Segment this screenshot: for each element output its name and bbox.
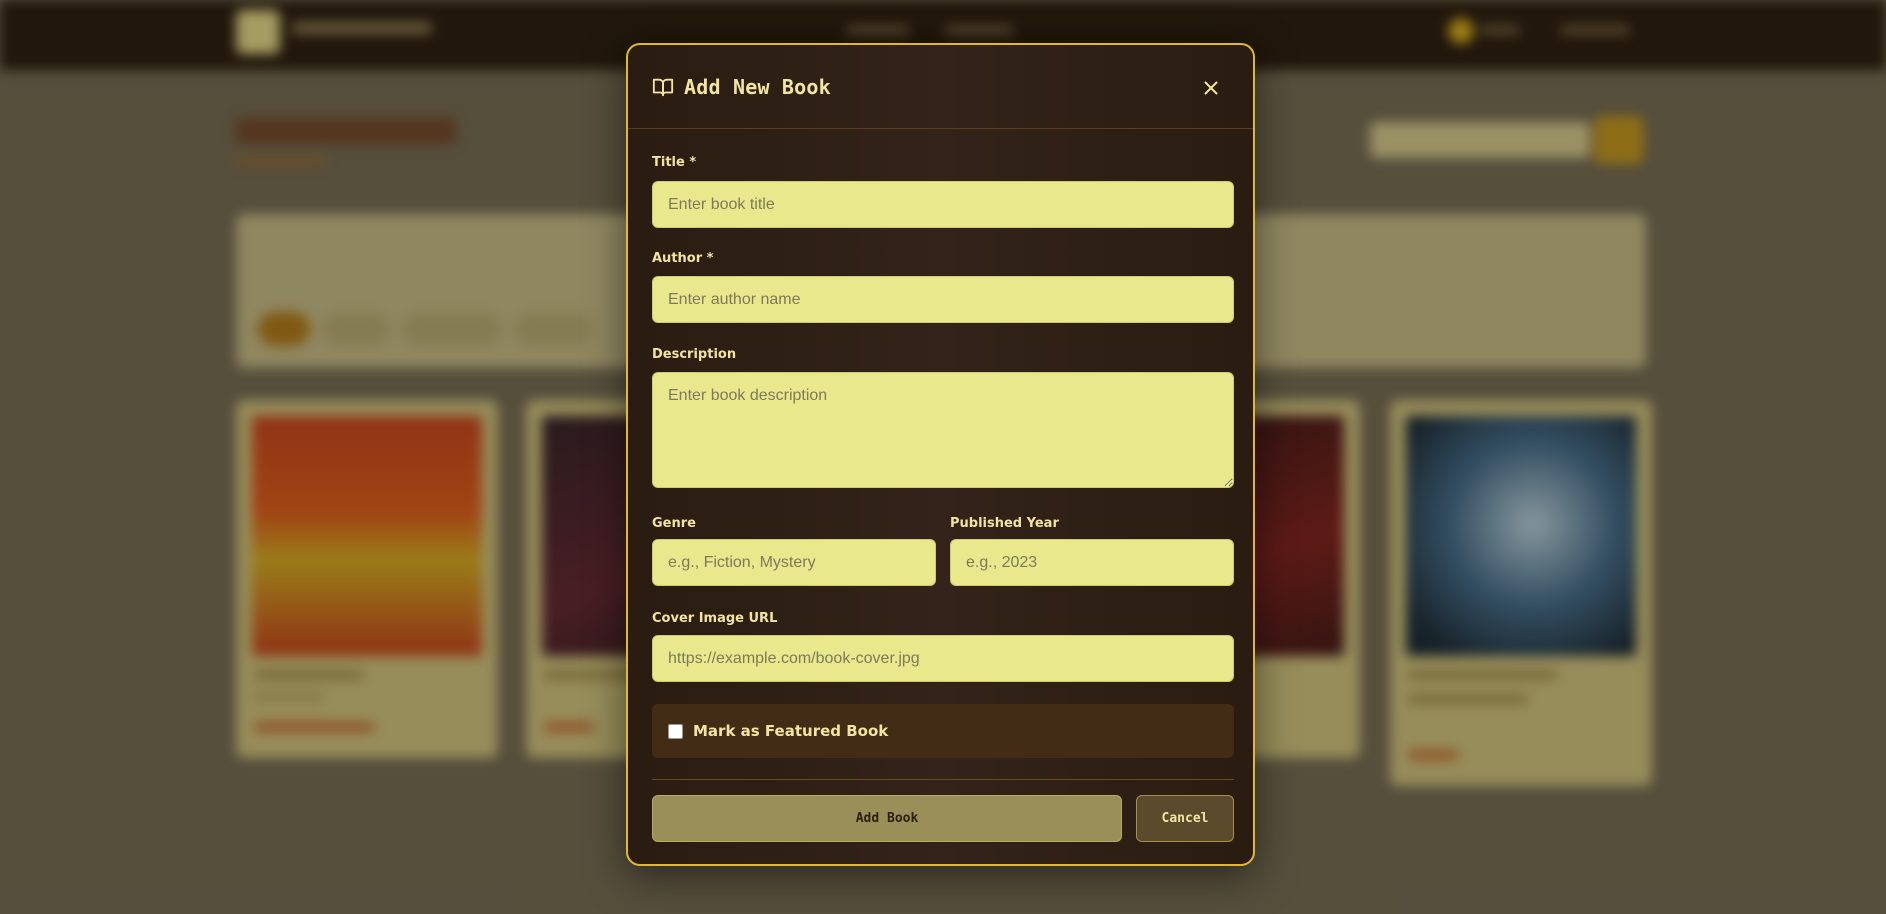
- author-label: Author *: [652, 251, 714, 266]
- genre-label: Genre: [652, 516, 696, 531]
- cover-url-input[interactable]: [652, 635, 1234, 682]
- description-label: Description: [652, 347, 737, 362]
- author-input[interactable]: [652, 276, 1234, 323]
- cancel-button[interactable]: Cancel: [1136, 795, 1234, 842]
- actions-divider: [652, 779, 1234, 780]
- add-book-modal: Add New Book Title * Author * Descriptio…: [626, 43, 1255, 866]
- description-textarea[interactable]: [652, 372, 1234, 488]
- cover-url-label: Cover Image URL: [652, 611, 778, 626]
- featured-option: Mark as Featured Book: [652, 704, 1234, 758]
- featured-label[interactable]: Mark as Featured Book: [693, 722, 888, 740]
- title-input[interactable]: [652, 181, 1234, 228]
- add-book-button[interactable]: Add Book: [652, 795, 1122, 842]
- genre-input[interactable]: [652, 539, 936, 586]
- featured-checkbox[interactable]: [668, 724, 683, 739]
- title-label: Title *: [652, 155, 697, 170]
- book-open-icon: [652, 78, 674, 97]
- modal-title: Add New Book: [684, 75, 831, 99]
- published-year-input[interactable]: [950, 539, 1234, 586]
- modal-header: Add New Book: [628, 45, 1253, 129]
- published-year-label: Published Year: [950, 516, 1059, 531]
- close-icon[interactable]: [1200, 77, 1222, 99]
